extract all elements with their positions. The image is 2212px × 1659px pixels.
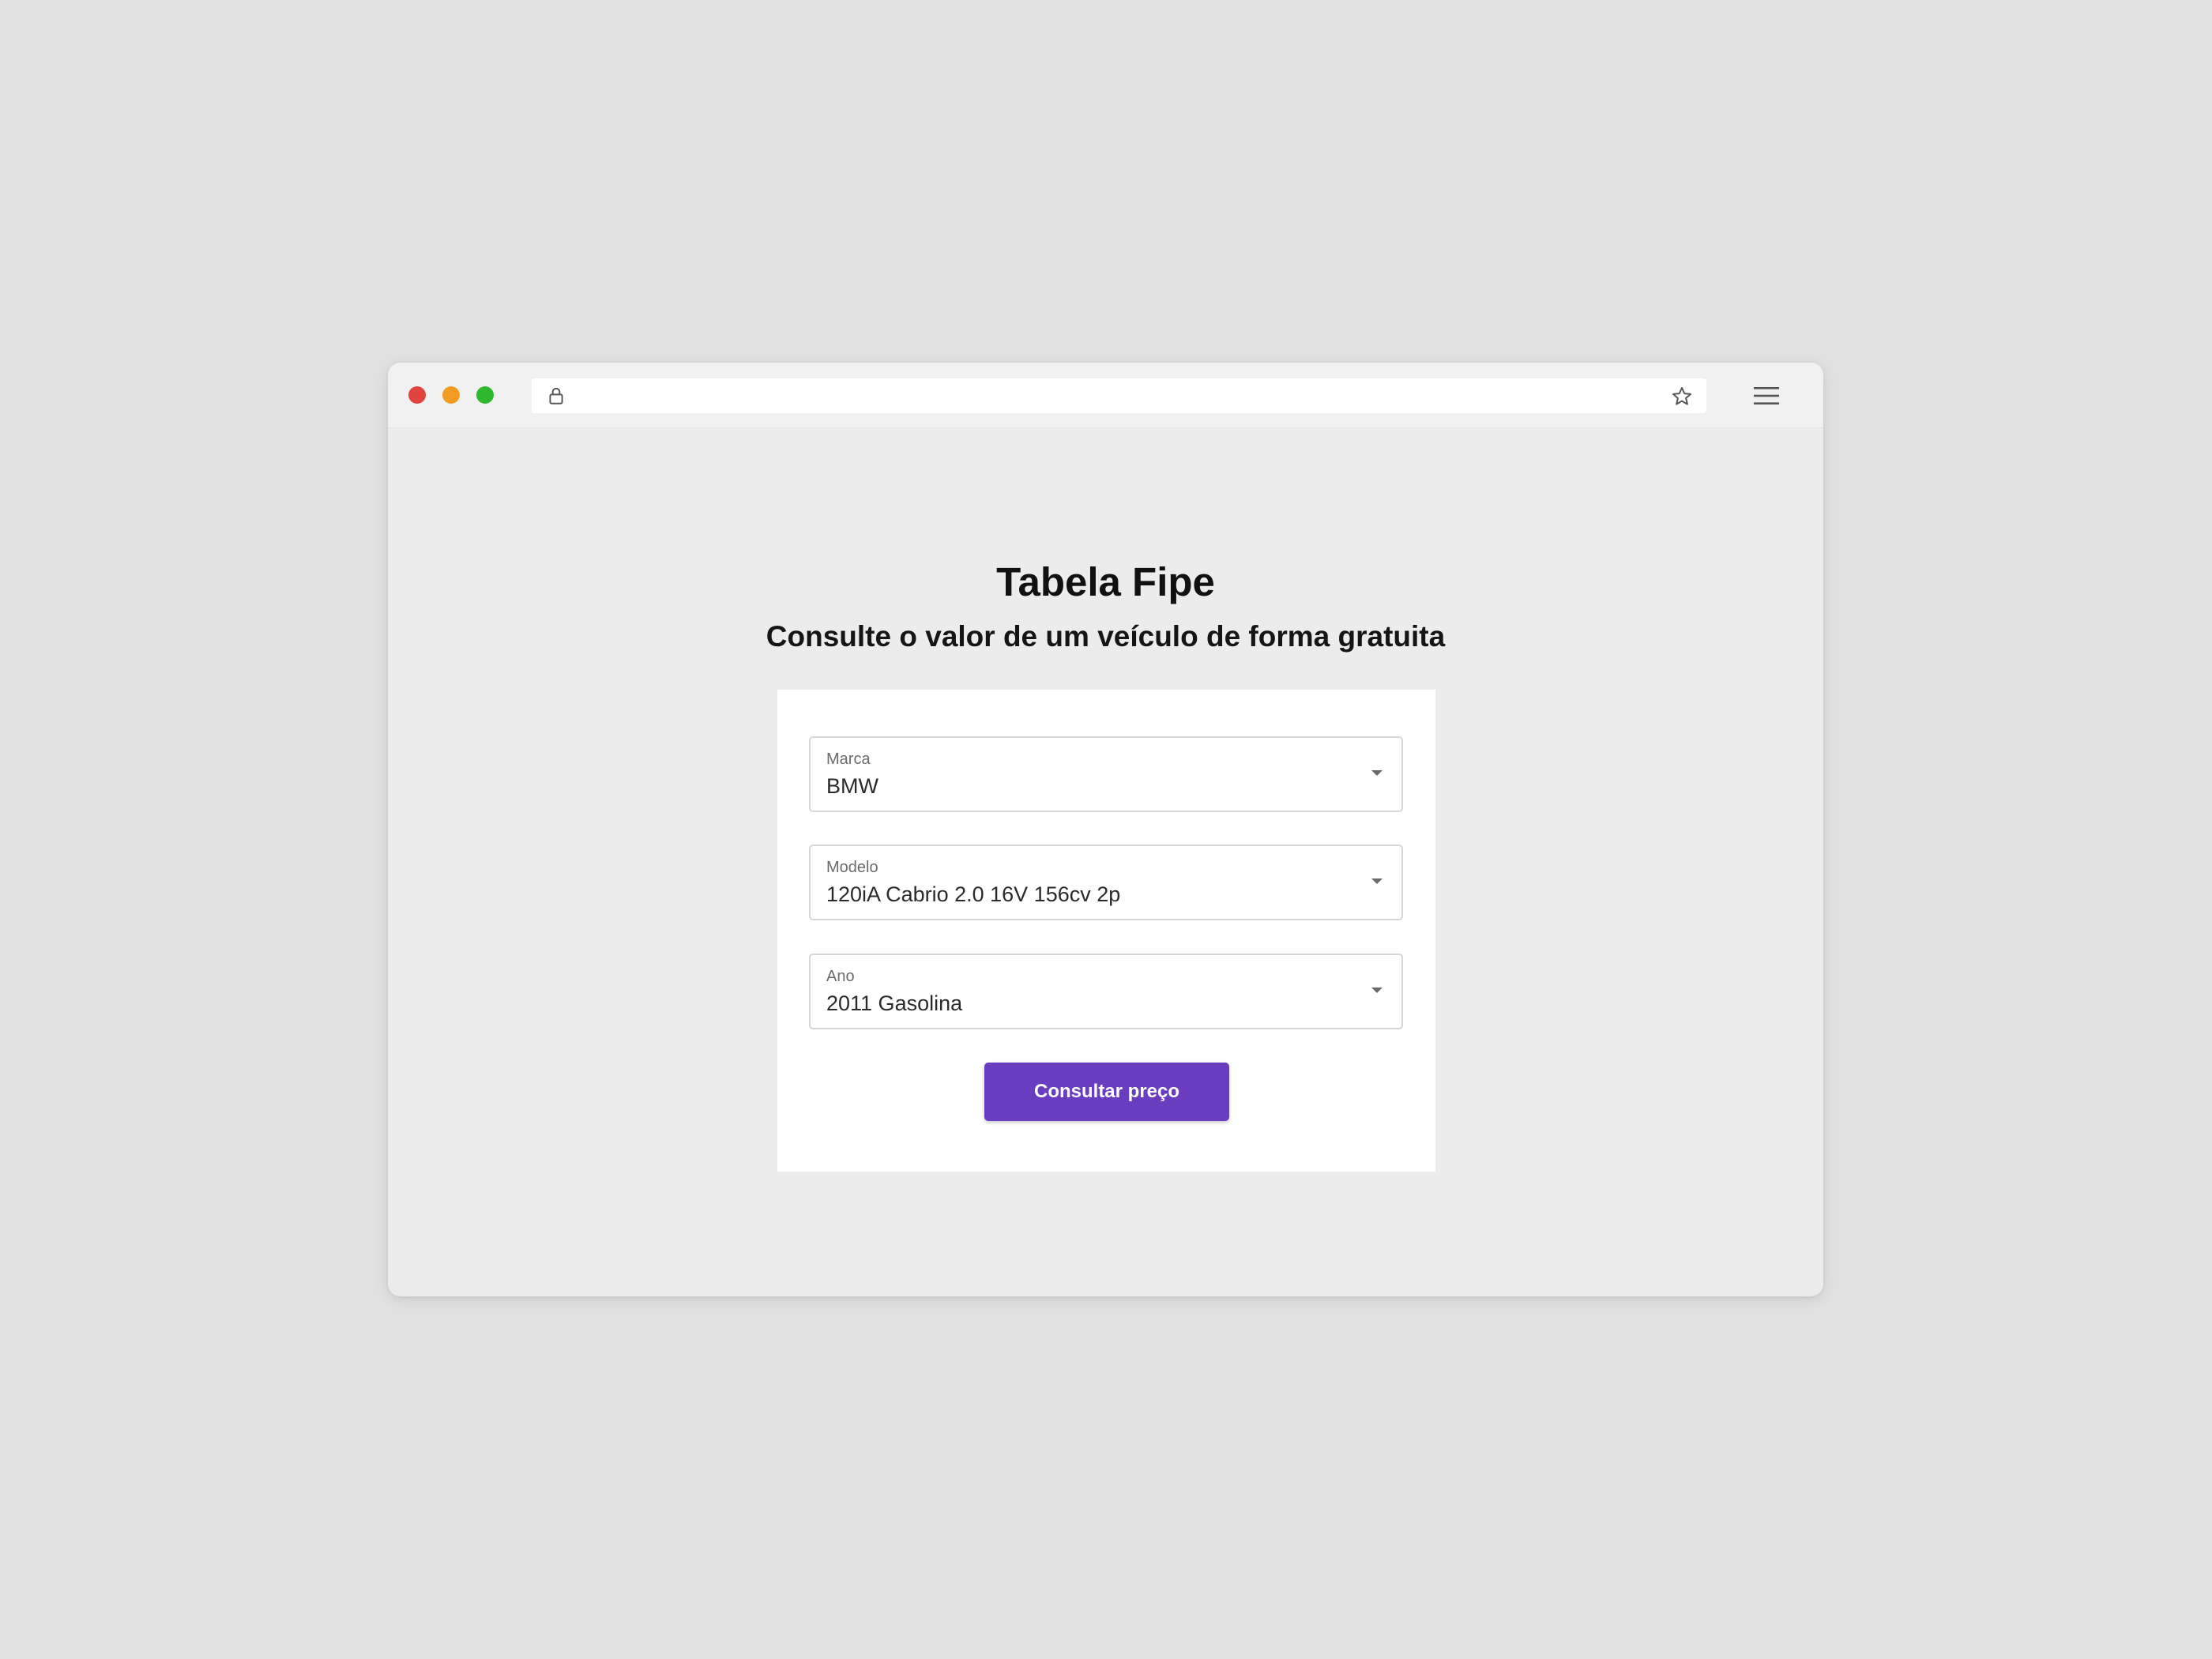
consultar-preco-button[interactable]: Consultar preço bbox=[984, 1063, 1229, 1121]
marca-value: BMW bbox=[826, 774, 878, 798]
chevron-down-icon bbox=[1371, 878, 1382, 884]
modelo-label: Modelo bbox=[826, 859, 878, 876]
page-subtitle: Consulte o valor de um veículo de forma … bbox=[766, 620, 1446, 653]
ano-label: Ano bbox=[826, 968, 855, 985]
address-bar[interactable] bbox=[532, 378, 1706, 413]
hamburger-menu-icon[interactable] bbox=[1752, 383, 1781, 408]
window-close-button[interactable] bbox=[408, 386, 426, 404]
browser-window: Tabela Fipe Consulte o valor de um veícu… bbox=[388, 363, 1823, 1296]
browser-toolbar bbox=[388, 363, 1823, 428]
ano-select[interactable]: Ano 2011 Gasolina bbox=[809, 954, 1403, 1029]
window-minimize-button[interactable] bbox=[442, 386, 460, 404]
lock-icon bbox=[549, 387, 563, 404]
page-content: Tabela Fipe Consulte o valor de um veícu… bbox=[388, 428, 1823, 1296]
marca-select[interactable]: Marca BMW bbox=[809, 736, 1403, 812]
search-form-card: Marca BMW Modelo 120iA Cabrio 2.0 16V 15… bbox=[777, 690, 1435, 1172]
modelo-select[interactable]: Modelo 120iA Cabrio 2.0 16V 156cv 2p bbox=[809, 845, 1403, 920]
page-title: Tabela Fipe bbox=[996, 559, 1215, 604]
marca-label: Marca bbox=[826, 750, 871, 768]
window-maximize-button[interactable] bbox=[476, 386, 494, 404]
ano-value: 2011 Gasolina bbox=[826, 991, 963, 1015]
modelo-value: 120iA Cabrio 2.0 16V 156cv 2p bbox=[826, 882, 1121, 906]
star-icon[interactable] bbox=[1670, 385, 1694, 408]
chevron-down-icon bbox=[1371, 770, 1382, 776]
chevron-down-icon bbox=[1371, 988, 1382, 993]
